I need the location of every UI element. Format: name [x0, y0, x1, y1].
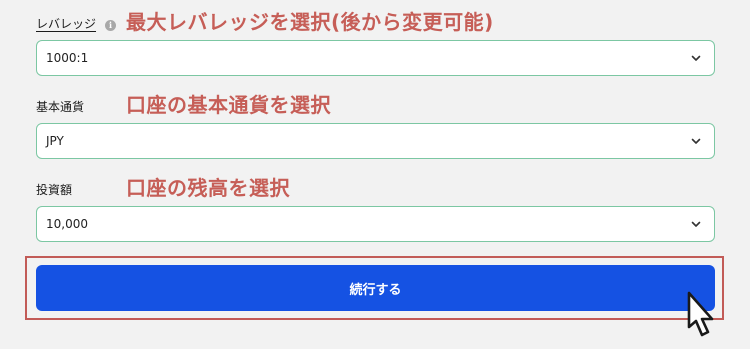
leverage-label: レバレッジ i: [36, 15, 117, 32]
base-currency-annotation: 口座の基本通貨を選択: [126, 93, 331, 117]
leverage-select-value: 1000:1: [46, 51, 89, 65]
continue-button[interactable]: 続行する: [36, 265, 715, 311]
continue-button-label: 続行する: [349, 282, 402, 298]
info-icon[interactable]: i: [105, 20, 117, 31]
leverage-select[interactable]: 1000:1: [36, 40, 715, 76]
investment-amount-select-value: 10,000: [46, 217, 88, 231]
investment-amount-annotation: 口座の残高を選択: [126, 176, 290, 200]
investment-amount-label: 投資額: [36, 183, 73, 197]
chevron-down-icon: [691, 138, 701, 144]
base-currency-label: 基本通貨: [36, 100, 85, 114]
mouse-pointer-icon: [687, 291, 714, 337]
chevron-down-icon: [691, 221, 701, 227]
leverage-label-link[interactable]: レバレッジ: [36, 17, 96, 31]
base-currency-select[interactable]: JPY: [36, 123, 715, 159]
investment-amount-select[interactable]: 10,000: [36, 206, 715, 242]
base-currency-select-value: JPY: [46, 134, 64, 148]
leverage-annotation: 最大レバレッジを選択(後から変更可能): [126, 10, 494, 34]
chevron-down-icon: [691, 55, 701, 61]
